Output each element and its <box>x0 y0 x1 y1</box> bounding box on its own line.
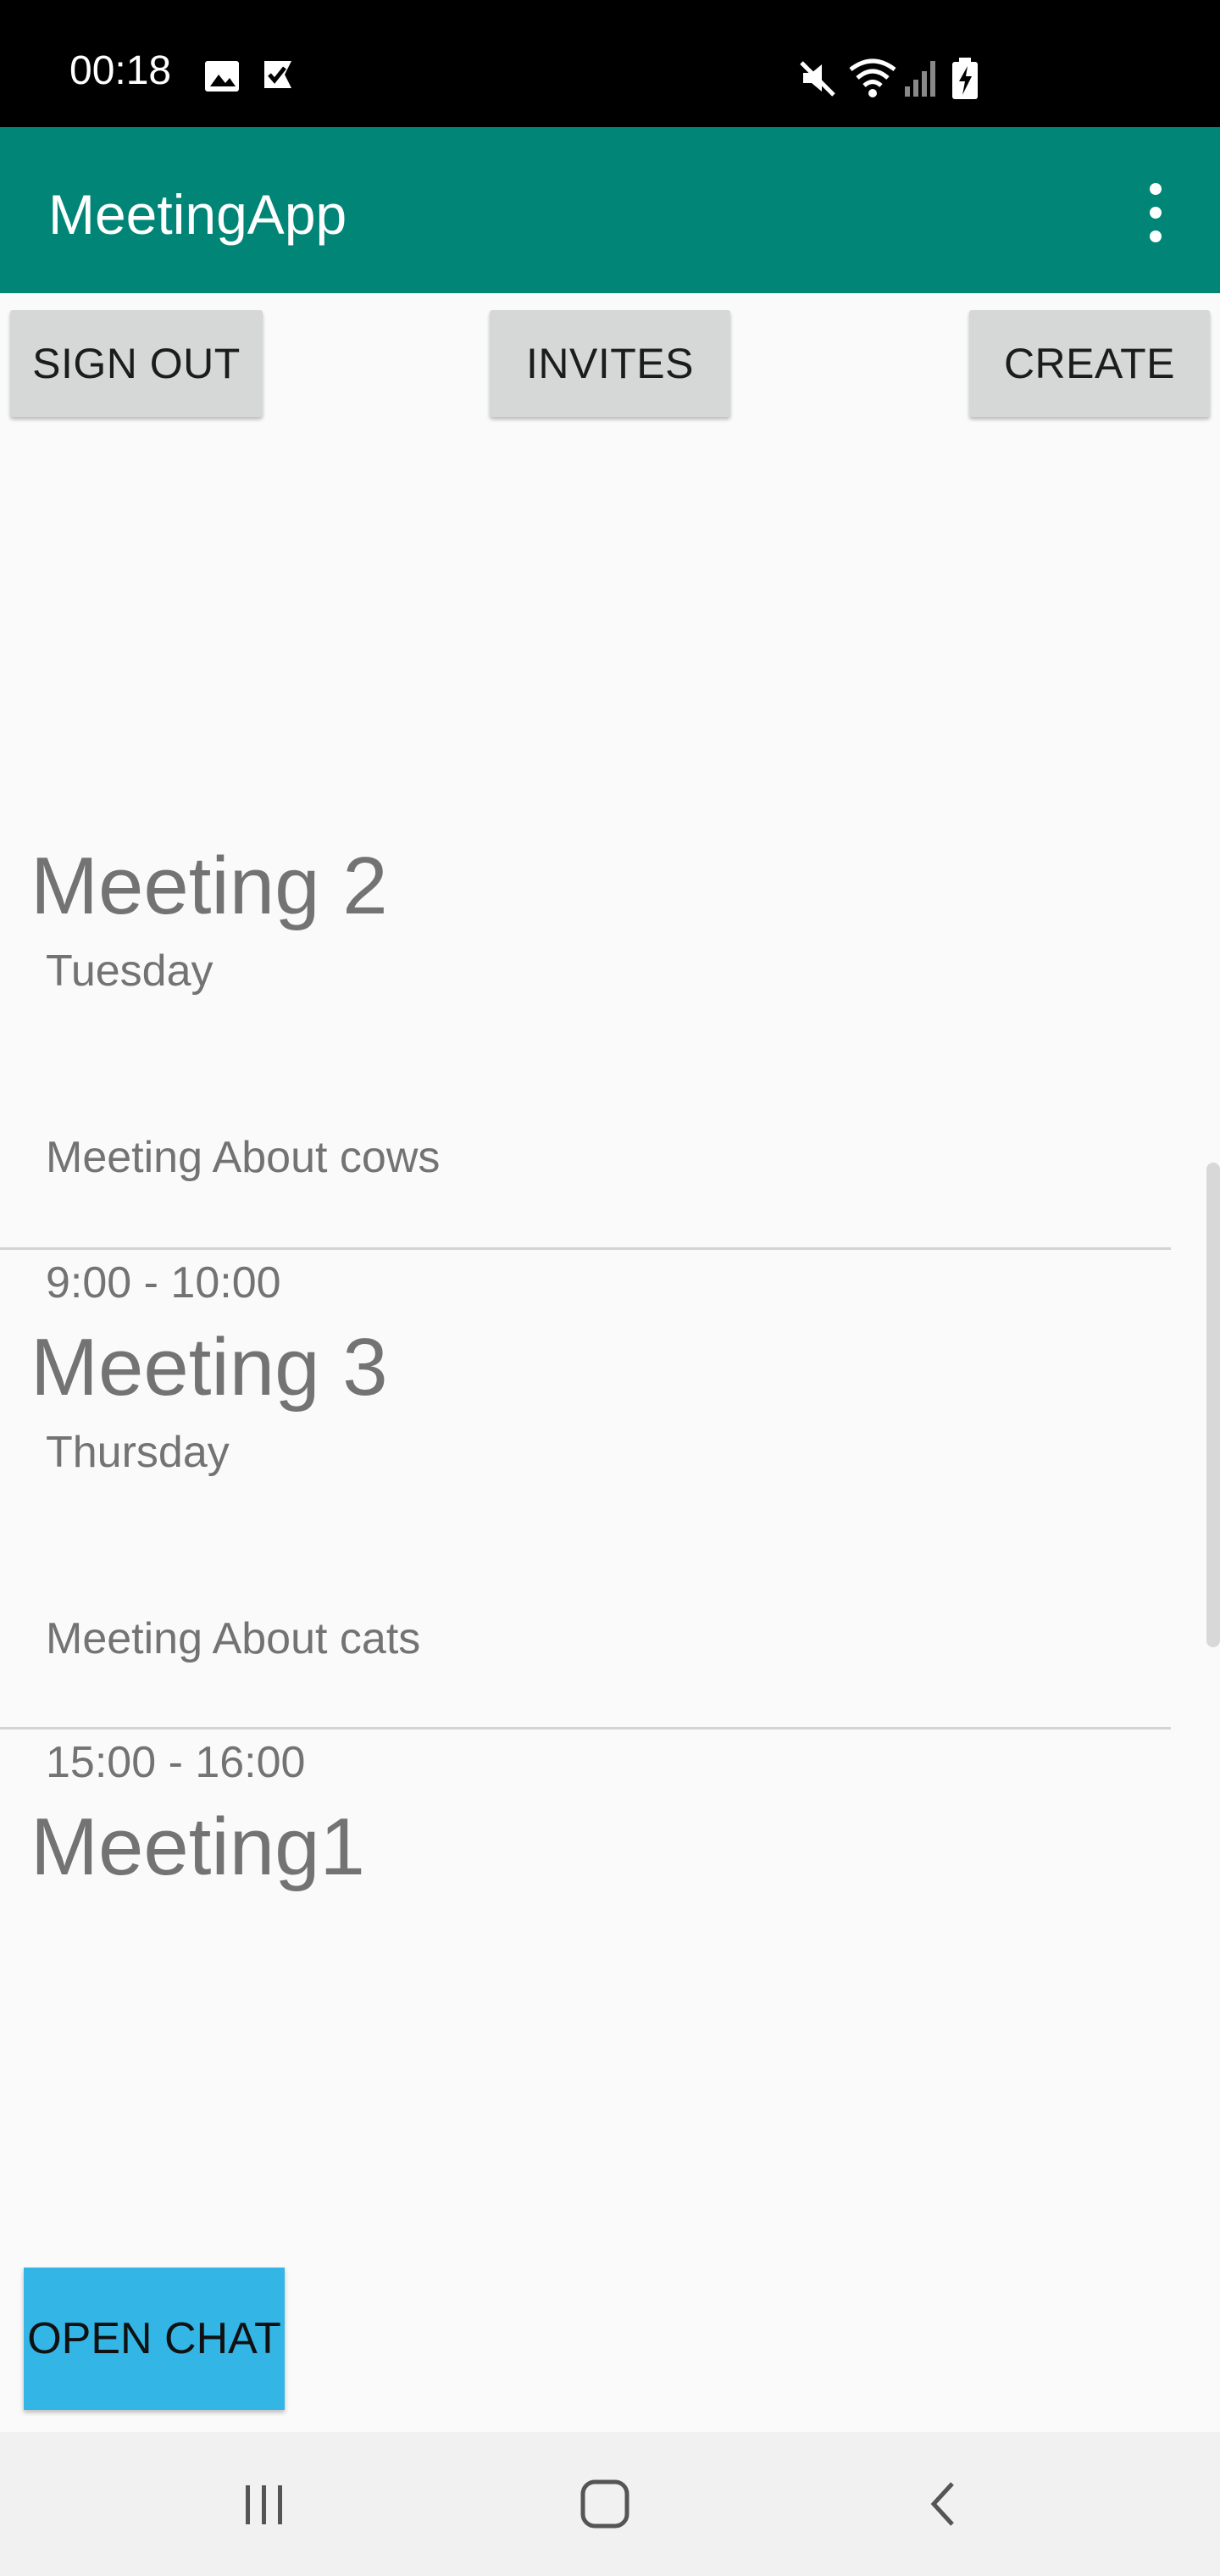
meeting-description: Meeting About cows <box>46 1133 441 1182</box>
navigation-bar <box>0 2432 1220 2576</box>
meeting-title: Meeting1 <box>30 1802 365 1892</box>
recent-apps-icon[interactable] <box>180 2432 349 2576</box>
meeting-title: Meeting 2 <box>30 841 388 931</box>
sign-out-button[interactable]: SIGN OUT <box>10 310 263 417</box>
image-icon <box>205 61 239 92</box>
meeting-description: Meeting About cats <box>46 1614 421 1663</box>
meeting-time: 9:00 - 10:00 <box>46 1258 281 1307</box>
scrollbar[interactable] <box>1206 1163 1220 1647</box>
battery-charging-icon <box>952 58 978 99</box>
status-bar: 00:18 <box>0 0 1220 127</box>
meeting-day: Thursday <box>46 1428 230 1477</box>
create-button[interactable]: CREATE <box>969 310 1210 417</box>
invites-button[interactable]: INVITES <box>490 310 730 417</box>
meeting-title: Meeting 3 <box>30 1322 388 1413</box>
app-bar: MeetingApp <box>0 127 1220 293</box>
check-flag-icon <box>264 61 291 88</box>
mute-icon <box>800 61 835 97</box>
signal-icon <box>905 61 935 97</box>
meeting-time: 15:00 - 16:00 <box>46 1738 306 1787</box>
list-divider <box>0 1247 1171 1250</box>
open-chat-button[interactable]: OPEN CHAT <box>24 2268 285 2410</box>
meeting-day: Tuesday <box>46 947 214 996</box>
home-icon[interactable] <box>520 2432 690 2576</box>
back-icon[interactable] <box>861 2432 1030 2576</box>
wifi-icon <box>849 58 896 97</box>
list-divider <box>0 1727 1171 1729</box>
status-time: 00:18 <box>69 48 172 93</box>
overflow-menu-icon[interactable] <box>1135 183 1176 242</box>
app-title: MeetingApp <box>48 183 347 246</box>
